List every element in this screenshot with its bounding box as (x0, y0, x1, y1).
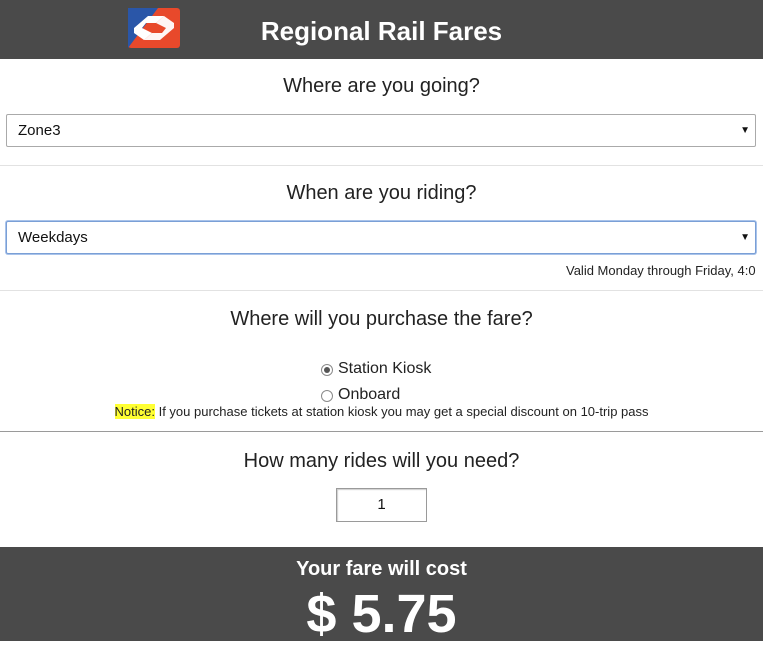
destination-select-value: Zone3 (18, 122, 61, 139)
chevron-down-icon: ▼ (740, 125, 750, 136)
section-divider (0, 290, 763, 291)
notice-message: Notice: If you purchase tickets at stati… (0, 404, 763, 419)
rides-question: How many rides will you need? (243, 450, 520, 472)
notice-text: If you purchase tickets at station kiosk… (154, 404, 649, 419)
section-divider (0, 431, 763, 432)
app-header: Regional Rail Fares (0, 0, 763, 59)
time-select-value: Weekdays (18, 229, 88, 246)
chevron-down-icon: ▼ (740, 232, 750, 243)
validity-note: Valid Monday through Friday, 4:0 (566, 263, 756, 278)
time-select[interactable]: Weekdays ▼ (6, 221, 756, 254)
radio-button[interactable] (321, 390, 333, 402)
fare-footer: Your fare will cost $ 5.75 (0, 547, 763, 644)
radio-button[interactable] (321, 364, 333, 376)
purchase-question: Where will you purchase the fare? (230, 308, 533, 330)
rides-quantity-input[interactable]: 1 (336, 488, 427, 522)
radio-label: Station Kiosk (338, 360, 432, 377)
radio-label: Onboard (338, 386, 401, 403)
destination-question: Where are you going? (283, 75, 480, 97)
page-title: Regional Rail Fares (260, 16, 503, 46)
fare-price: $ 5.75 (306, 584, 457, 644)
section-divider (0, 165, 763, 166)
fare-label: Your fare will cost (296, 558, 467, 580)
time-question: When are you riding? (286, 182, 477, 204)
destination-select[interactable]: Zone3 ▼ (6, 114, 756, 147)
notice-tag: Notice: (114, 404, 155, 419)
